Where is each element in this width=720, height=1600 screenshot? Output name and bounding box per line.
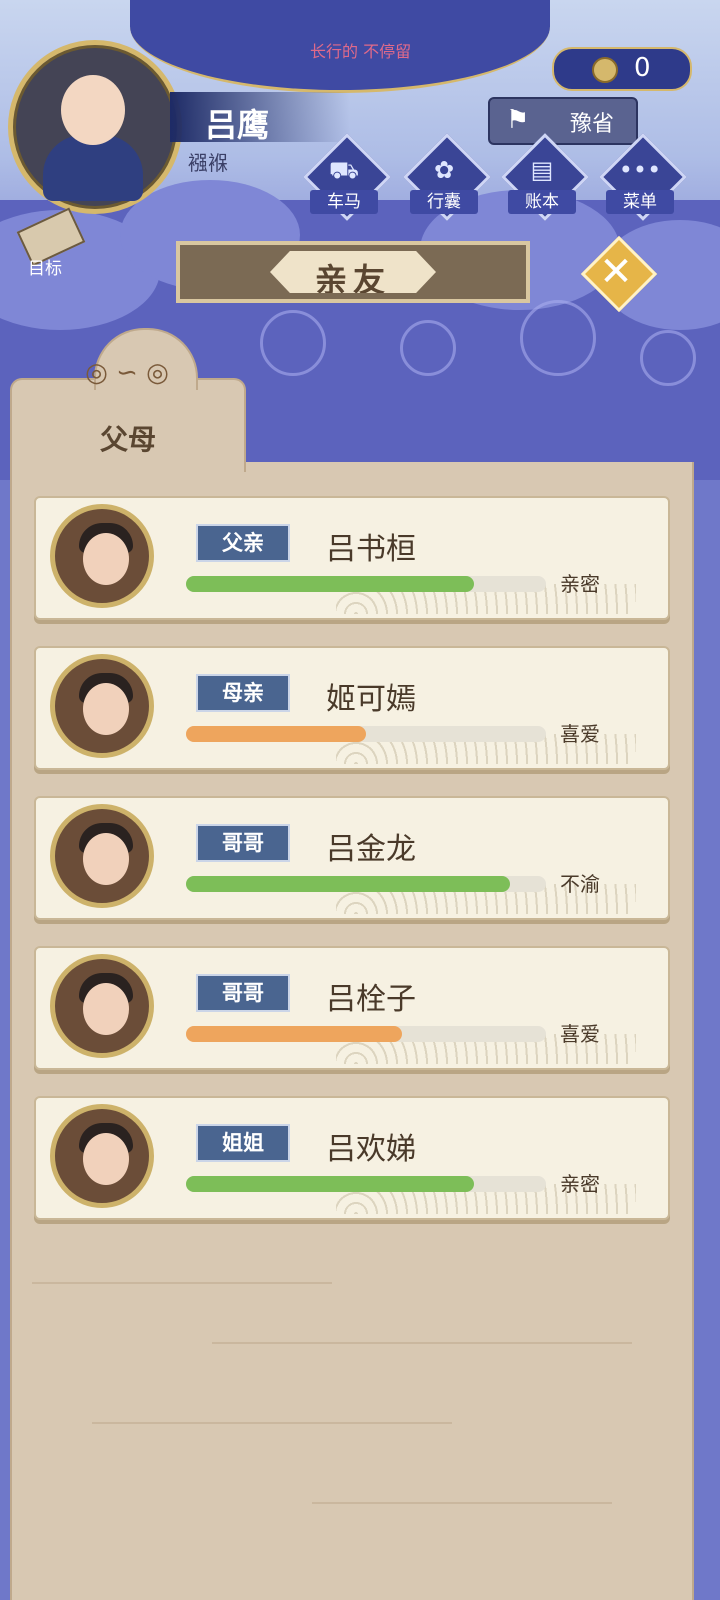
location-tag[interactable]: ⚑ 豫省 xyxy=(488,97,638,145)
marquee-text: 长行的 不停留 xyxy=(310,42,412,61)
relative-name: 吕栓子 xyxy=(326,982,416,1017)
goal-button[interactable]: 目标 xyxy=(8,207,86,279)
affinity-bar xyxy=(186,726,546,742)
bag-label: 行囊 xyxy=(410,190,478,214)
ledger-button[interactable]: ▤ 账本 xyxy=(501,133,589,221)
affinity-label: 不渝 xyxy=(560,872,600,896)
coin-icon xyxy=(592,57,618,83)
relative-name: 吕金龙 xyxy=(326,832,416,867)
tab-parents[interactable]: ◎ ∽ ◎ 父母 xyxy=(10,328,246,472)
relative-name: 吕欢娣 xyxy=(326,1132,416,1167)
affinity-label: 喜爱 xyxy=(560,722,600,746)
relation-badge: 哥哥 xyxy=(196,974,290,1012)
relative-portrait xyxy=(50,1104,154,1208)
affinity-label: 喜爱 xyxy=(560,1022,600,1046)
ledger-label: 账本 xyxy=(508,190,576,214)
affinity-bar xyxy=(186,576,546,592)
affinity-label: 亲密 xyxy=(560,572,600,596)
relation-badge: 父亲 xyxy=(196,524,290,562)
relative-card[interactable]: 母亲 姬可嫣 喜爱 xyxy=(34,646,670,770)
relative-portrait xyxy=(50,654,154,758)
map-pin-icon: ⚑ xyxy=(506,105,530,135)
affinity-bar xyxy=(186,1026,546,1042)
menu-label: 菜单 xyxy=(606,190,674,214)
bag-button[interactable]: ✿ 行囊 xyxy=(403,133,491,221)
player-avatar[interactable] xyxy=(8,40,182,214)
location-label: 豫省 xyxy=(570,112,615,137)
goal-label: 目标 xyxy=(28,259,62,279)
more-icon: ••• xyxy=(618,156,662,184)
affinity-label: 亲密 xyxy=(560,1172,600,1196)
page-title-plate: 亲友 xyxy=(176,241,530,303)
ledger-icon: ▤ xyxy=(530,156,554,184)
carriage-icon: ⛟ xyxy=(328,156,360,184)
menu-button[interactable]: ••• 菜单 xyxy=(599,133,687,221)
relation-badge: 哥哥 xyxy=(196,824,290,862)
cloud-ornament-icon: ◎ ∽ ◎ xyxy=(85,358,169,388)
relation-badge: 姐姐 xyxy=(196,1124,290,1162)
coin-value: 0 xyxy=(634,53,651,83)
carriage-label: 车马 xyxy=(310,190,378,214)
relative-portrait xyxy=(50,954,154,1058)
relation-badge: 母亲 xyxy=(196,674,290,712)
affinity-bar xyxy=(186,1176,546,1192)
relative-name: 姬可嫣 xyxy=(326,682,416,717)
carriage-button[interactable]: ⛟ 车马 xyxy=(303,133,391,221)
relative-card[interactable]: 父亲 吕书桓 亲密 xyxy=(34,496,670,620)
relative-card[interactable]: 哥哥 吕栓子 喜爱 xyxy=(34,946,670,1070)
page-title: 亲友 xyxy=(314,261,391,299)
affinity-bar xyxy=(186,876,546,892)
close-icon[interactable]: ✕ xyxy=(590,246,642,298)
player-age-stage: 襁褓 xyxy=(188,151,228,175)
tab-parents-label: 父母 xyxy=(99,423,156,456)
relative-card[interactable]: 姐姐 吕欢娣 亲密 xyxy=(34,1096,670,1220)
relative-card[interactable]: 哥哥 吕金龙 不渝 xyxy=(34,796,670,920)
player-name: 吕鹰 xyxy=(205,106,270,144)
bag-icon: ✿ xyxy=(433,156,455,184)
coin-counter[interactable]: 0 xyxy=(552,47,692,91)
relative-portrait xyxy=(50,804,154,908)
relative-name: 吕书桓 xyxy=(326,532,416,567)
relative-portrait xyxy=(50,504,154,608)
